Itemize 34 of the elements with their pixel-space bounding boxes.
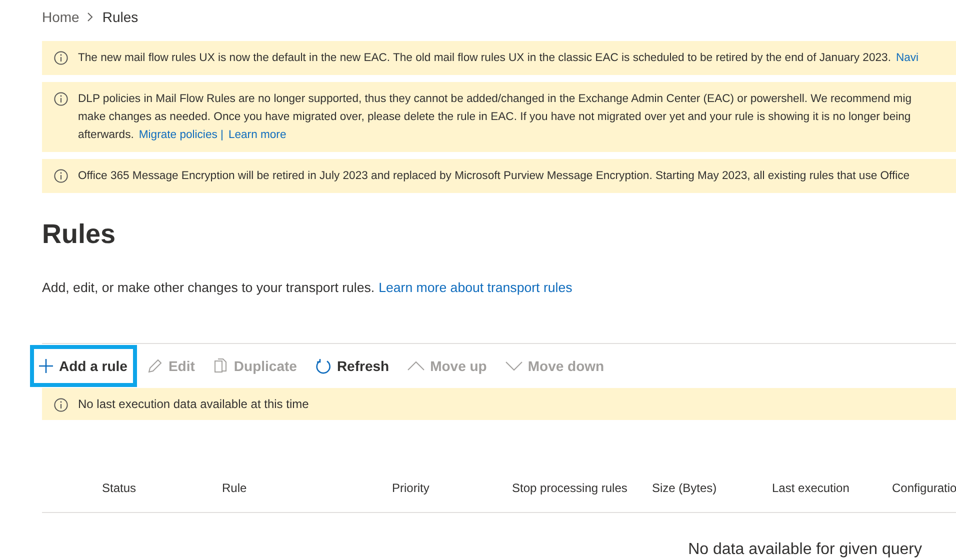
column-header[interactable]: Priority <box>392 481 512 495</box>
banner-link[interactable]: Learn more <box>228 126 286 144</box>
column-header[interactable]: Status <box>102 481 222 495</box>
info-icon <box>54 92 68 106</box>
column-header[interactable]: Rule <box>222 481 392 495</box>
breadcrumb-item: Rules <box>102 9 138 25</box>
info-icon <box>54 169 68 183</box>
chevron-up-icon <box>407 360 426 372</box>
column-header[interactable]: Size (Bytes) <box>652 481 772 495</box>
pencil-icon <box>147 358 164 374</box>
notice-text: No last execution data available at this time <box>78 397 309 411</box>
copy-icon <box>212 358 229 374</box>
breadcrumb-item[interactable]: Home <box>42 9 80 25</box>
banner-text: Office 365 Message Encryption will be retired in July 2023 and replaced by Microsoft Purview Message Encryption. Starting May 2023, all existing rules that use Office <box>78 169 910 184</box>
empty-message: No data available for given query <box>688 541 922 558</box>
page-title: Rules <box>42 219 116 250</box>
toolbar-button[interactable]: Add a rule <box>30 345 138 387</box>
learn-more-link[interactable]: Learn more about transport rules <box>378 280 572 295</box>
banner-text: The new mail flow rules UX is now the default in the new EAC. The old mail flow rules UX in the classic EAC is scheduled to be retired by the end of January 2023. <box>78 51 891 66</box>
banner-text: DLP policies in Mail Flow Rules are no longer supported, thus they cannot be added/changed in the Exchange Admin Center (EAC) or powershell. We recommend mig <box>78 92 912 107</box>
info-icon <box>54 51 68 65</box>
column-header[interactable]: Stop processing rules <box>512 481 652 495</box>
column-header[interactable]: Last execution <box>772 481 892 495</box>
chevron-right-icon <box>87 12 94 22</box>
toolbar-button[interactable]: Refresh <box>306 347 398 385</box>
info-icon <box>54 398 68 412</box>
banner-link[interactable]: Migrate policies | <box>138 126 224 144</box>
refresh-icon <box>314 358 332 374</box>
chevron-down-icon <box>504 360 523 372</box>
banner-text: afterwards. <box>78 128 134 143</box>
banner-text: make changes as needed. Once you have migrated over, please delete the rule in EAC. If you have not migrated over yet and your rule is showing it is no longer being <box>78 110 911 125</box>
banner-link[interactable]: Navi <box>896 49 919 67</box>
plus-icon <box>38 358 54 374</box>
description-text: Add, edit, or make other changes to your transport rules. <box>42 280 375 295</box>
